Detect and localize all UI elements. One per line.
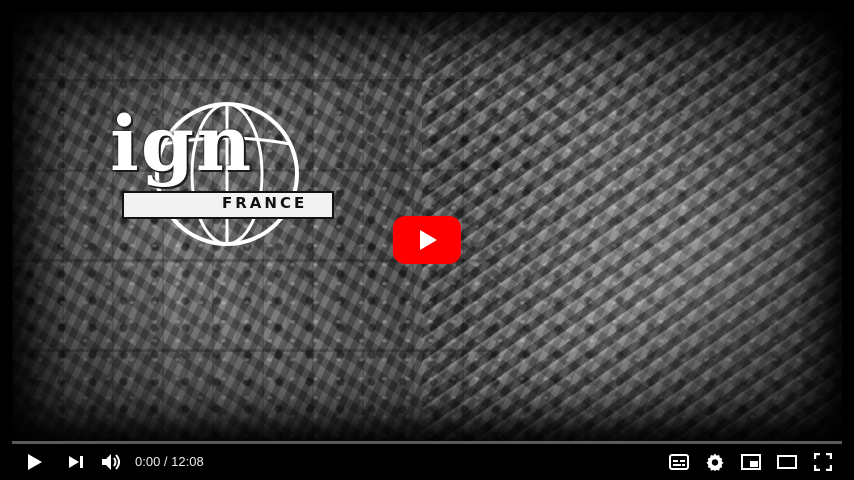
- miniplayer-button[interactable]: [739, 450, 763, 474]
- time-display: 0:00 / 12:08: [135, 454, 204, 470]
- settings-gear-icon: [706, 453, 724, 471]
- ign-logo: ign FRANCE: [110, 94, 350, 264]
- fullscreen-button[interactable]: [811, 450, 835, 474]
- play-icon: [420, 230, 437, 250]
- play-button[interactable]: [22, 450, 48, 474]
- next-button[interactable]: [64, 450, 88, 474]
- mute-button[interactable]: [99, 450, 125, 474]
- time-separator: /: [160, 454, 172, 469]
- progress-bar[interactable]: [12, 441, 842, 444]
- video-player[interactable]: ign FRANCE 0:00 / 12:08: [0, 0, 854, 480]
- large-play-button[interactable]: [393, 216, 461, 264]
- duration: 12:08: [171, 454, 204, 469]
- play-icon: [28, 454, 42, 470]
- miniplayer-icon: [741, 454, 761, 470]
- theater-mode-button[interactable]: [775, 450, 799, 474]
- logo-main-text: ign: [110, 99, 254, 188]
- volume-icon: [102, 454, 120, 470]
- next-icon: [69, 456, 83, 468]
- current-time: 0:00: [135, 454, 161, 469]
- settings-button[interactable]: [703, 450, 727, 474]
- fullscreen-icon: [814, 453, 832, 471]
- theater-mode-icon: [777, 455, 797, 469]
- logo-sub-text: FRANCE: [222, 194, 308, 212]
- subtitles-button[interactable]: [667, 450, 691, 474]
- subtitles-icon: [669, 454, 689, 470]
